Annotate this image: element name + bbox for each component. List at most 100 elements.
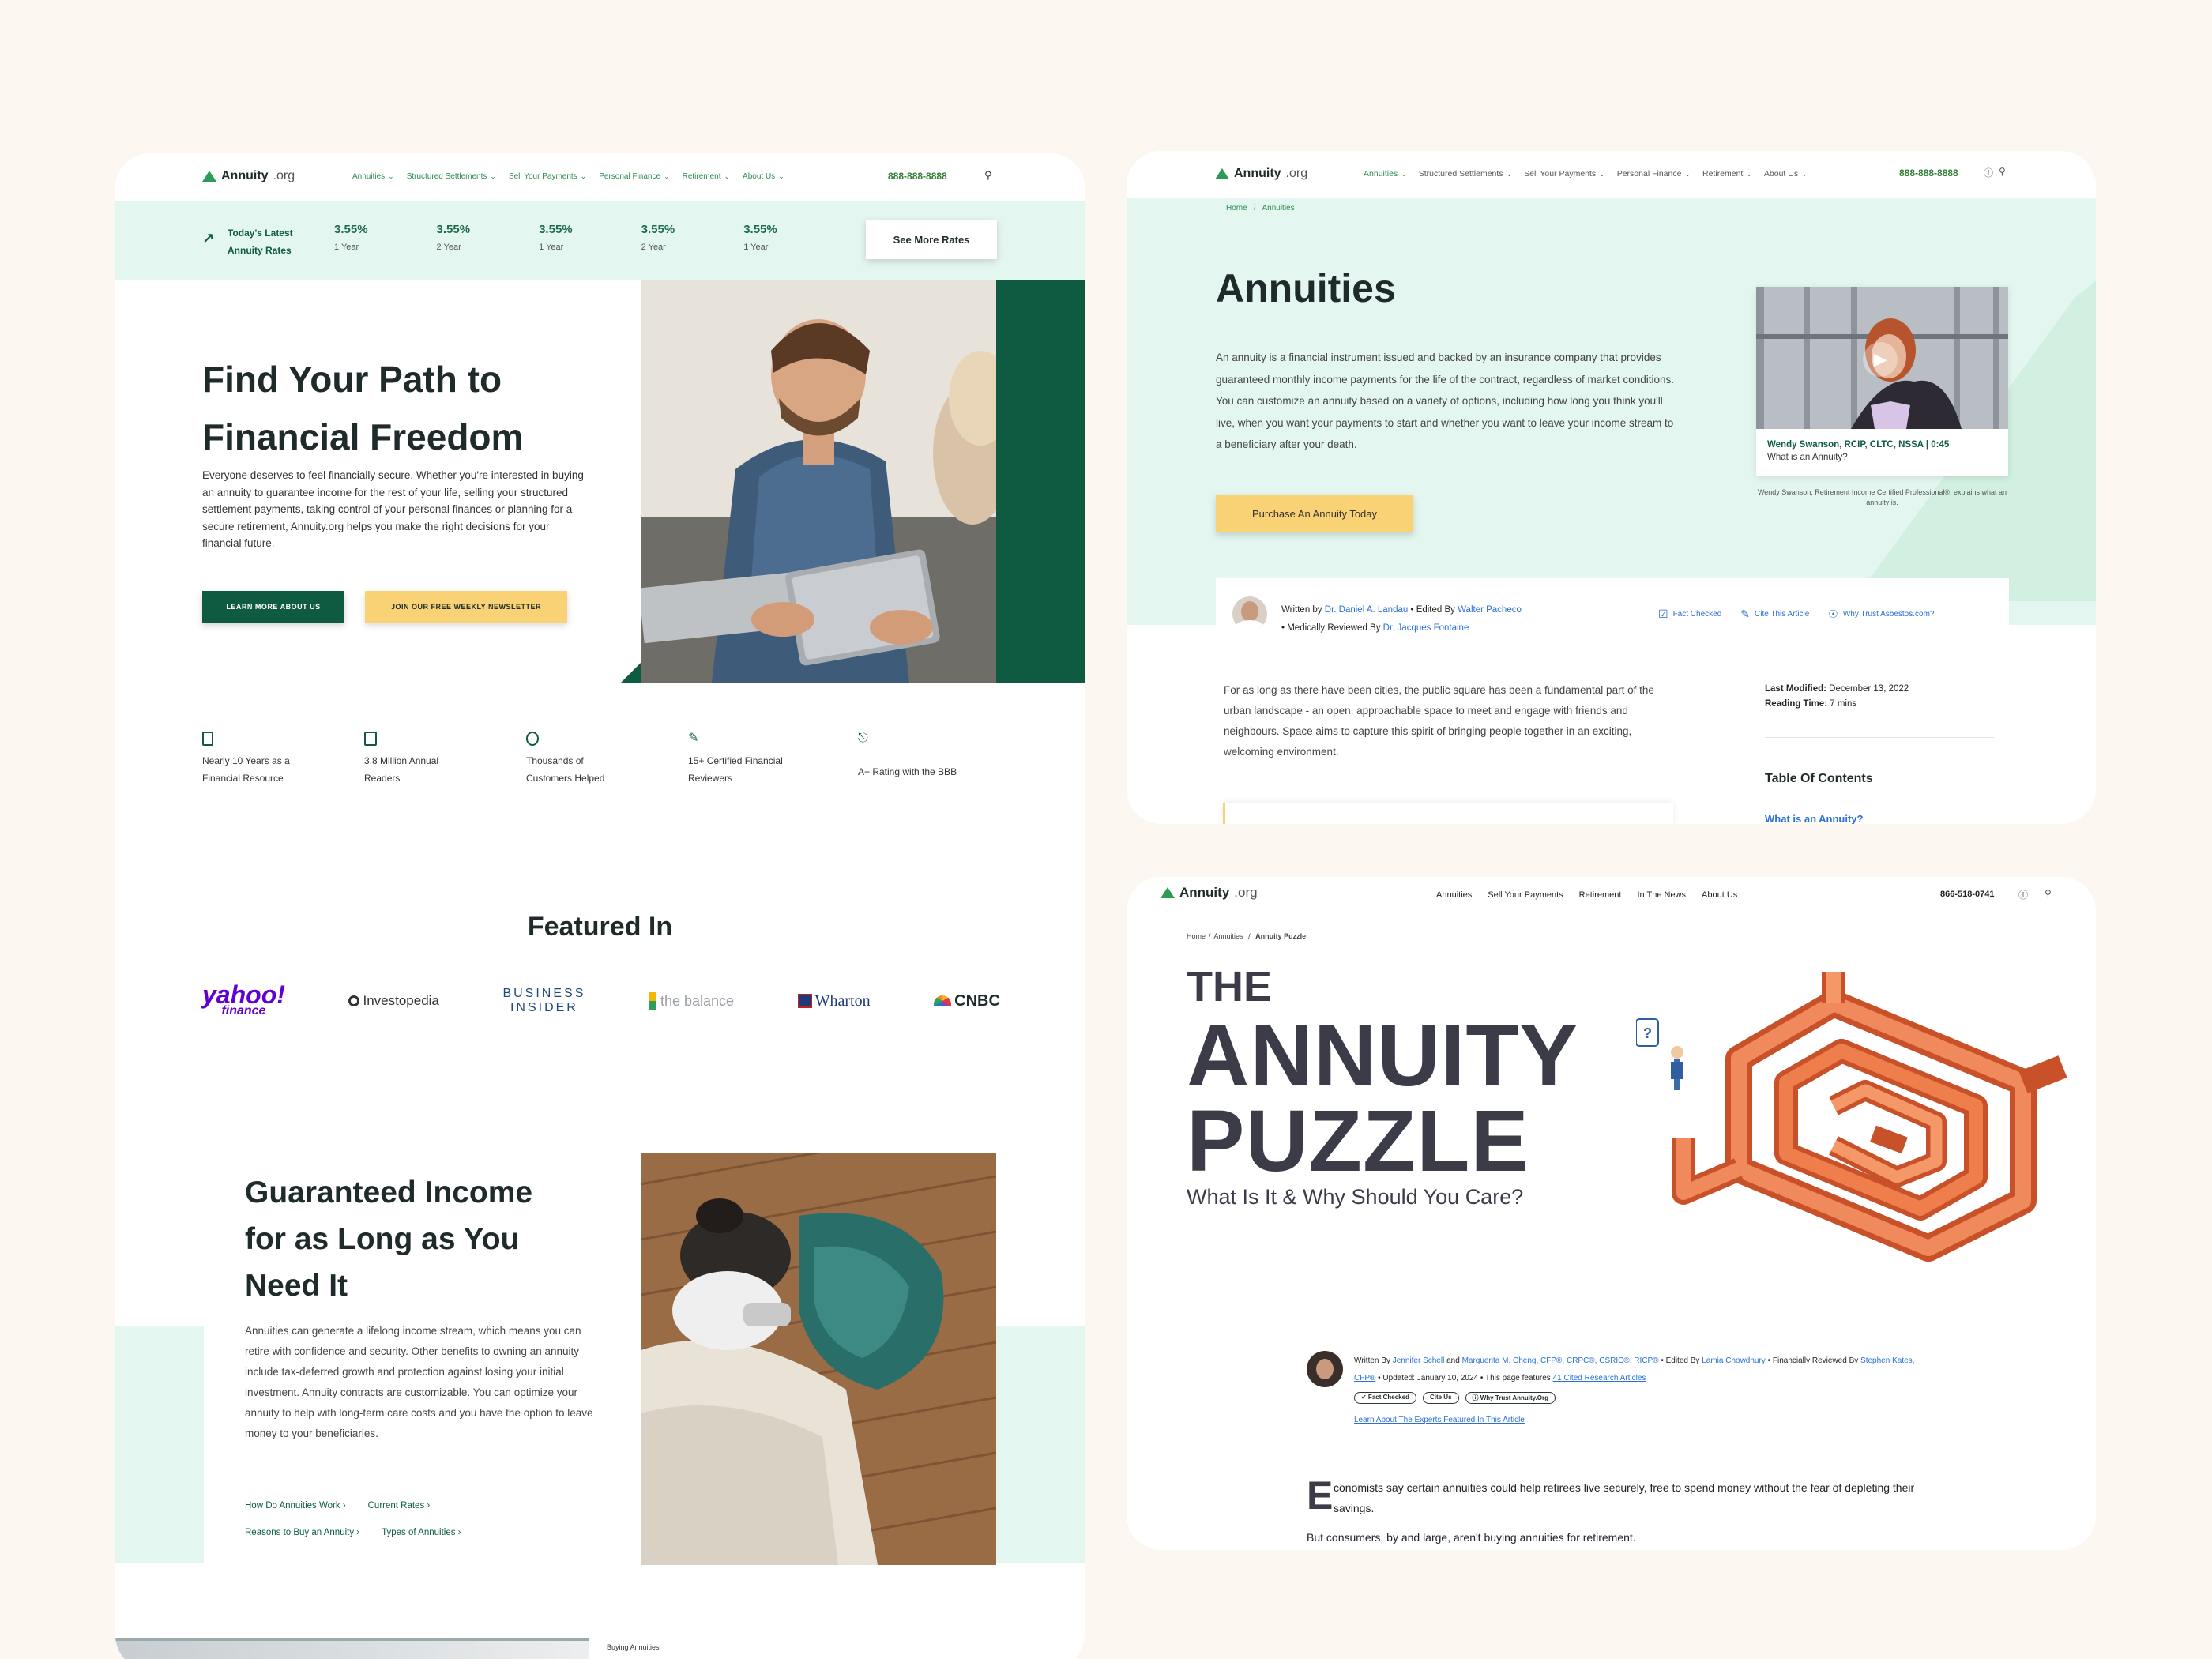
rates-icon: ↗ xyxy=(202,231,215,246)
nav-item-about-us[interactable]: About Us ⌄ xyxy=(743,172,784,181)
breadcrumb-home[interactable]: Home xyxy=(1226,204,1247,213)
yahoo-finance-logo[interactable]: yahoo! finance xyxy=(202,982,285,1018)
rate-item: 3.55% 1 Year xyxy=(334,223,368,252)
wharton-shield-icon xyxy=(797,994,812,1008)
chevron-down-icon: ⌄ xyxy=(1506,169,1513,178)
author-link[interactable]: Marguerita M. Cheng, CFP®, CRPC®, CSRIC®… xyxy=(1462,1356,1659,1365)
see-more-rates-button[interactable]: See More Rates xyxy=(866,220,997,259)
info-icon[interactable]: ⓘ xyxy=(1984,166,1993,179)
play-icon[interactable]: ▶ xyxy=(1863,342,1898,377)
chevron-down-icon: ⌄ xyxy=(1401,169,1407,178)
nav-item-retirement[interactable]: Retirement xyxy=(1579,890,1622,900)
homepage-panel: Annuity .org Annuities ⌄ Structured Settle… xyxy=(115,153,1085,1659)
nav-item-sell-payments[interactable]: Sell Your Payments xyxy=(1488,890,1563,900)
next-section-image xyxy=(115,1638,589,1659)
drop-cap: E xyxy=(1307,1473,1334,1518)
logo-mark-icon xyxy=(202,171,216,182)
author-avatar[interactable] xyxy=(1307,1351,1343,1387)
nav-item-annuities[interactable]: Annuities ⌄ xyxy=(1364,169,1407,179)
income-links-row1: How Do Annuities Work › Current Rates › xyxy=(245,1501,430,1510)
chevron-down-icon: ⌄ xyxy=(1599,169,1605,178)
link-reasons-to-buy[interactable]: Reasons to Buy an Annuity › xyxy=(245,1528,359,1537)
featured-logos: yahoo! finance Investopedia BUSINESS INS… xyxy=(202,981,1000,1021)
puzzle-title: THE ANNUITY PUZZLE xyxy=(1187,963,1578,1190)
fact-checked-action[interactable]: ☑ Fact Checked xyxy=(1658,608,1721,621)
breadcrumb: Home / Annuities xyxy=(1226,204,1295,213)
nav-item-sell-payments[interactable]: Sell Your Payments ⌄ xyxy=(1524,169,1605,179)
toc-item[interactable]: What is an Annuity? xyxy=(1765,813,1863,824)
nav-item-structured-settlements[interactable]: Structured Settlements ⌄ xyxy=(407,172,496,181)
nav-item-retirement[interactable]: Retirement ⌄ xyxy=(1702,169,1752,179)
link-how-annuities-work[interactable]: How Do Annuities Work › xyxy=(245,1501,346,1510)
stat-item: 3.8 Million Annual Readers xyxy=(364,732,506,787)
trust-icon: ☉ xyxy=(1828,608,1838,620)
nav-item-annuities[interactable]: Annuities ⌄ xyxy=(352,172,394,181)
editor-link[interactable]: Lamia Chowdhury xyxy=(1702,1356,1766,1365)
nav-item-about-us[interactable]: About Us ⌄ xyxy=(1764,169,1808,179)
man-with-tablet-illustration xyxy=(641,280,996,683)
nav-item-sell-payments[interactable]: Sell Your Payments ⌄ xyxy=(509,172,586,181)
phone-number[interactable]: 866-518-0741 xyxy=(1940,890,1995,899)
page-title: Annuities xyxy=(1216,266,1396,310)
investopedia-mark-icon xyxy=(348,995,360,1006)
experts-link[interactable]: Learn About The Experts Featured In This… xyxy=(1354,1416,1525,1424)
learn-more-button[interactable]: LEARN MORE ABOUT US xyxy=(202,591,344,623)
nav-item-structured-settlements[interactable]: Structured Settlements ⌄ xyxy=(1419,169,1512,179)
cited-articles-link[interactable]: 41 Cited Research Articles xyxy=(1553,1374,1646,1382)
link-types-of-annuities[interactable]: Types of Annuities › xyxy=(382,1528,461,1537)
video-card[interactable]: ▶ Wendy Swanson, RCIP, CLTC, NSSA | 0:45… xyxy=(1756,287,2008,476)
nav-item-personal-finance[interactable]: Personal Finance ⌄ xyxy=(599,172,669,181)
business-insider-logo[interactable]: BUSINESS INSIDER xyxy=(502,987,585,1015)
cite-us-badge[interactable]: Cite Us xyxy=(1422,1392,1459,1404)
author-avatar[interactable] xyxy=(1232,596,1267,631)
phone-number[interactable]: 888-888-8888 xyxy=(888,171,947,182)
nav-item-annuities[interactable]: Annuities xyxy=(1436,890,1472,900)
puzzle-subtitle: What Is It & Why Should You Care? xyxy=(1187,1185,1524,1209)
why-trust-badge[interactable]: ⓘ Why Trust Annuity.Org xyxy=(1465,1392,1556,1404)
author-link[interactable]: Jennifer Schell xyxy=(1393,1356,1445,1365)
article-intro: An annuity is a financial instrument iss… xyxy=(1216,352,1675,450)
logo-mark-icon xyxy=(1215,168,1229,179)
chevron-down-icon: ⌄ xyxy=(664,172,670,180)
newsletter-button[interactable]: JOIN OUR FREE WEEKLY NEWSLETTER xyxy=(365,591,567,623)
cnbc-logo[interactable]: CNBC xyxy=(934,992,1000,1010)
article-byline: Written by Dr. Daniel A. Landau • Edited… xyxy=(1281,605,1522,633)
video-caption: Wendy Swanson, Retirement Income Certifi… xyxy=(1757,488,2007,506)
purchase-annuity-button[interactable]: Purchase An Annuity Today xyxy=(1216,495,1413,532)
info-icon[interactable]: ⓘ xyxy=(2018,888,2028,901)
nav-item-in-the-news[interactable]: In The News xyxy=(1637,890,1686,900)
the-balance-logo[interactable]: the balance xyxy=(649,992,734,1010)
editor-link[interactable]: Walter Pacheco xyxy=(1458,605,1522,615)
wharton-logo[interactable]: Wharton xyxy=(797,992,871,1010)
site-logo[interactable]: Annuity .org xyxy=(1161,885,1258,901)
stat-item: Thousands of Customers Helped xyxy=(526,732,668,787)
search-icon[interactable]: ⚲ xyxy=(984,169,992,182)
nav-item-retirement[interactable]: Retirement ⌄ xyxy=(683,172,730,181)
svg-text:?: ? xyxy=(1643,1025,1652,1041)
stats-row: Nearly 10 Years as a Financial Resource … xyxy=(202,732,1000,787)
breadcrumb-annuities[interactable]: Annuities xyxy=(1214,932,1243,940)
breadcrumb: Home / Annuities / Annuity Puzzle xyxy=(1187,932,1307,940)
site-logo[interactable]: Annuity .org xyxy=(202,169,295,183)
why-trust-action[interactable]: ☉ Why Trust Asbestos.com? xyxy=(1828,608,1934,621)
search-icon[interactable]: ⚲ xyxy=(1999,166,2006,177)
search-icon[interactable]: ⚲ xyxy=(2045,888,2052,899)
link-current-rates[interactable]: Current Rates › xyxy=(368,1501,431,1510)
breadcrumb-annuities[interactable]: Annuities xyxy=(1262,204,1294,213)
author-link[interactable]: Dr. Daniel A. Landau xyxy=(1325,605,1409,615)
reviewer-link[interactable]: Dr. Jacques Fontaine xyxy=(1383,623,1469,633)
phone-number[interactable]: 888-888-8888 xyxy=(1899,167,1958,179)
document-icon xyxy=(202,732,213,746)
nav-item-personal-finance[interactable]: Personal Finance ⌄ xyxy=(1617,169,1691,179)
article-actions: ☑ Fact Checked ✎ Cite This Article ☉ Why Tr… xyxy=(1658,608,1934,621)
breadcrumb-home[interactable]: Home xyxy=(1187,932,1206,940)
fact-checked-badge[interactable]: ✔ Fact Checked xyxy=(1354,1392,1416,1404)
nav-item-about-us[interactable]: About Us xyxy=(1702,890,1737,900)
site-logo[interactable]: Annuity .org xyxy=(1215,167,1307,181)
hero-body: Everyone deserves to feel financially se… xyxy=(202,469,584,549)
rate-item: 3.55% 2 Year xyxy=(436,223,471,252)
bbb-icon: ⎋ xyxy=(858,732,868,745)
cite-article-action[interactable]: ✎ Cite This Article xyxy=(1740,608,1809,621)
investopedia-logo[interactable]: Investopedia xyxy=(348,993,439,1009)
chevron-down-icon: ⌄ xyxy=(724,172,731,180)
